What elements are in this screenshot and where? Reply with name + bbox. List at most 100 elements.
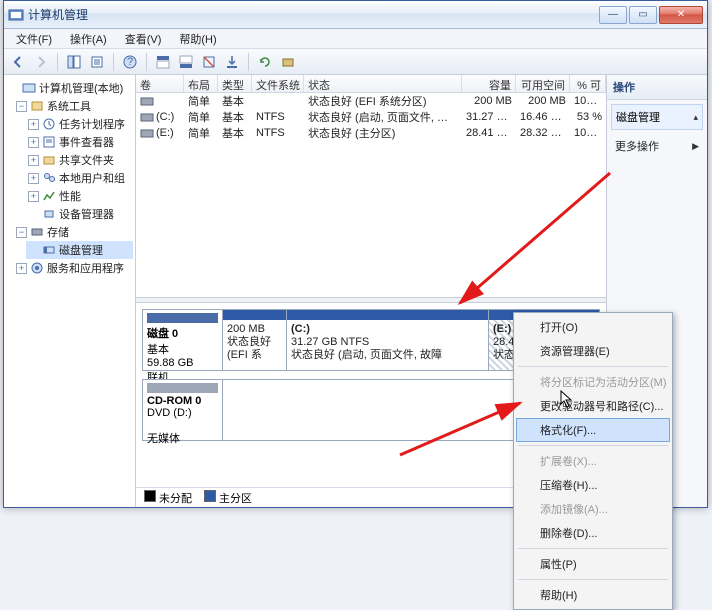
show-hide-tree-button[interactable] <box>64 52 84 72</box>
expand-icon[interactable]: + <box>28 173 39 184</box>
menu-view[interactable]: 查看(V) <box>117 29 170 49</box>
col-percent[interactable]: % 可 <box>570 75 606 92</box>
tree-root[interactable]: 计算机管理(本地) <box>6 79 133 97</box>
cell-text: 28.41 GB <box>462 126 516 140</box>
col-free[interactable]: 可用空间 <box>516 75 570 92</box>
cell-text: 53 % <box>570 110 606 124</box>
toolbar-separator <box>57 53 58 71</box>
legend-swatch-primary <box>204 490 216 502</box>
partition-status: 状态良好 (启动, 页面文件, 故障 <box>291 349 484 362</box>
disk-state: 无媒体 <box>147 430 218 446</box>
expand-icon[interactable]: + <box>28 137 39 148</box>
cell-text: 31.27 GB <box>462 110 516 124</box>
disk-header[interactable]: CD-ROM 0 DVD (D:) 无媒体 <box>143 380 223 440</box>
menu-action[interactable]: 操作(A) <box>62 29 115 49</box>
disk-name: CD-ROM 0 <box>147 395 218 407</box>
list-row[interactable]: 简单 基本 状态良好 (EFI 系统分区) 200 MB 200 MB 100 … <box>136 93 606 109</box>
ctx-help[interactable]: 帮助(H) <box>516 583 670 607</box>
legend-label: 主分区 <box>219 493 252 505</box>
tree-shared-folders[interactable]: +共享文件夹 <box>26 151 133 169</box>
list-row[interactable]: (E:) 简单 基本 NTFS 状态良好 (主分区) 28.41 GB 28.3… <box>136 125 606 141</box>
tree-label: 服务和应用程序 <box>47 260 124 276</box>
expand-icon[interactable]: + <box>28 119 39 130</box>
view-bottom-button[interactable] <box>176 52 196 72</box>
collapse-icon[interactable]: − <box>16 101 27 112</box>
ctx-extend: 扩展卷(X)... <box>516 449 670 473</box>
tree-services-apps[interactable]: + 服务和应用程序 <box>14 259 133 277</box>
menu-bar: 文件(F) 操作(A) 查看(V) 帮助(H) <box>4 29 707 49</box>
maximize-button[interactable]: ▭ <box>629 6 657 24</box>
ctx-delete[interactable]: 删除卷(D)... <box>516 521 670 545</box>
cell-text: 16.46 GB <box>516 110 570 124</box>
back-button[interactable] <box>8 52 28 72</box>
nav-tree[interactable]: 计算机管理(本地) −系统工具 +任务计划程序 +事件查看器 +共享文件夹 +本… <box>4 75 136 507</box>
tree-device-manager[interactable]: 设备管理器 <box>26 205 133 223</box>
cell-text: NTFS <box>252 126 304 140</box>
expand-icon[interactable]: + <box>16 263 27 274</box>
tree-task-scheduler[interactable]: +任务计划程序 <box>26 115 133 133</box>
cell-text <box>252 100 304 102</box>
partition-c[interactable]: (C:) 31.27 GB NTFS 状态良好 (启动, 页面文件, 故障 <box>287 310 489 370</box>
col-layout[interactable]: 布局 <box>184 75 218 92</box>
refresh-button[interactable] <box>255 52 275 72</box>
ctx-explorer[interactable]: 资源管理器(E) <box>516 339 670 363</box>
close-button[interactable]: ✕ <box>659 6 703 24</box>
cell-text: 状态良好 (主分区) <box>304 124 462 142</box>
cell-text: 100 % <box>570 94 606 108</box>
settings-button[interactable] <box>199 52 219 72</box>
col-volume[interactable]: 卷 <box>136 75 184 92</box>
legend-label: 未分配 <box>159 493 192 505</box>
disk-header[interactable]: 磁盘 0 基本 59.88 GB 联机 <box>143 310 223 370</box>
tree-event-viewer[interactable]: +事件查看器 <box>26 133 133 151</box>
toolbar-separator <box>248 53 249 71</box>
disk-name: 磁盘 0 <box>147 325 218 341</box>
tree-label: 设备管理器 <box>59 206 114 222</box>
chevron-up-icon: ▴ <box>693 112 698 123</box>
col-type[interactable]: 类型 <box>218 75 252 92</box>
volume-list[interactable]: 简单 基本 状态良好 (EFI 系统分区) 200 MB 200 MB 100 … <box>136 93 606 297</box>
col-capacity[interactable]: 容量 <box>462 75 516 92</box>
volume-list-header[interactable]: 卷 布局 类型 文件系统 状态 容量 可用空间 % 可 <box>136 75 606 93</box>
window-title: 计算机管理 <box>28 6 597 23</box>
ctx-shrink[interactable]: 压缩卷(H)... <box>516 473 670 497</box>
volume-icon <box>140 110 154 124</box>
legend-swatch-unallocated <box>144 490 156 502</box>
properties-button[interactable] <box>87 52 107 72</box>
ctx-change-drive[interactable]: 更改驱动器号和路径(C)... <box>516 394 670 418</box>
menu-help[interactable]: 帮助(H) <box>171 29 224 49</box>
expand-icon[interactable]: + <box>28 191 39 202</box>
actions-section-diskmgmt[interactable]: 磁盘管理▴ <box>611 104 703 130</box>
collapse-icon[interactable]: − <box>16 227 27 238</box>
actions-more[interactable]: 更多操作▶ <box>607 134 707 158</box>
action-button[interactable] <box>222 52 242 72</box>
ctx-open[interactable]: 打开(O) <box>516 315 670 339</box>
toolbar-separator <box>146 53 147 71</box>
tree-system-tools[interactable]: −系统工具 <box>14 97 133 115</box>
expand-icon[interactable]: + <box>28 155 39 166</box>
rescan-button[interactable] <box>278 52 298 72</box>
col-filesystem[interactable]: 文件系统 <box>252 75 304 92</box>
col-status[interactable]: 状态 <box>304 75 462 92</box>
cell-text: (E:) <box>156 127 174 139</box>
partition-size: 200 MB <box>227 323 282 336</box>
tree-label: 存储 <box>47 224 69 240</box>
list-row[interactable]: (C:) 简单 基本 NTFS 状态良好 (启动, 页面文件, 故障转储, 主分… <box>136 109 606 125</box>
svg-text:?: ? <box>127 56 133 68</box>
title-bar[interactable]: 计算机管理 — ▭ ✕ <box>4 1 707 29</box>
minimize-button[interactable]: — <box>599 6 627 24</box>
tree-disk-management[interactable]: 磁盘管理 <box>26 241 133 259</box>
menu-file[interactable]: 文件(F) <box>8 29 60 49</box>
disk-kind: 基本 <box>147 341 218 357</box>
help-button[interactable]: ? <box>120 52 140 72</box>
ctx-properties[interactable]: 属性(P) <box>516 552 670 576</box>
ctx-format[interactable]: 格式化(F)... <box>516 418 670 442</box>
forward-button[interactable] <box>31 52 51 72</box>
tree-local-users[interactable]: +本地用户和组 <box>26 169 133 187</box>
actions-header: 操作 <box>607 75 707 100</box>
view-top-button[interactable] <box>153 52 173 72</box>
tree-performance[interactable]: +性能 <box>26 187 133 205</box>
partition-efi[interactable]: 200 MB 状态良好 (EFI 系 <box>223 310 287 370</box>
context-menu[interactable]: 打开(O) 资源管理器(E) 将分区标记为活动分区(M) 更改驱动器号和路径(C… <box>513 312 673 610</box>
cell-text: 100 % <box>570 126 606 140</box>
tree-storage[interactable]: − 存储 <box>14 223 133 241</box>
